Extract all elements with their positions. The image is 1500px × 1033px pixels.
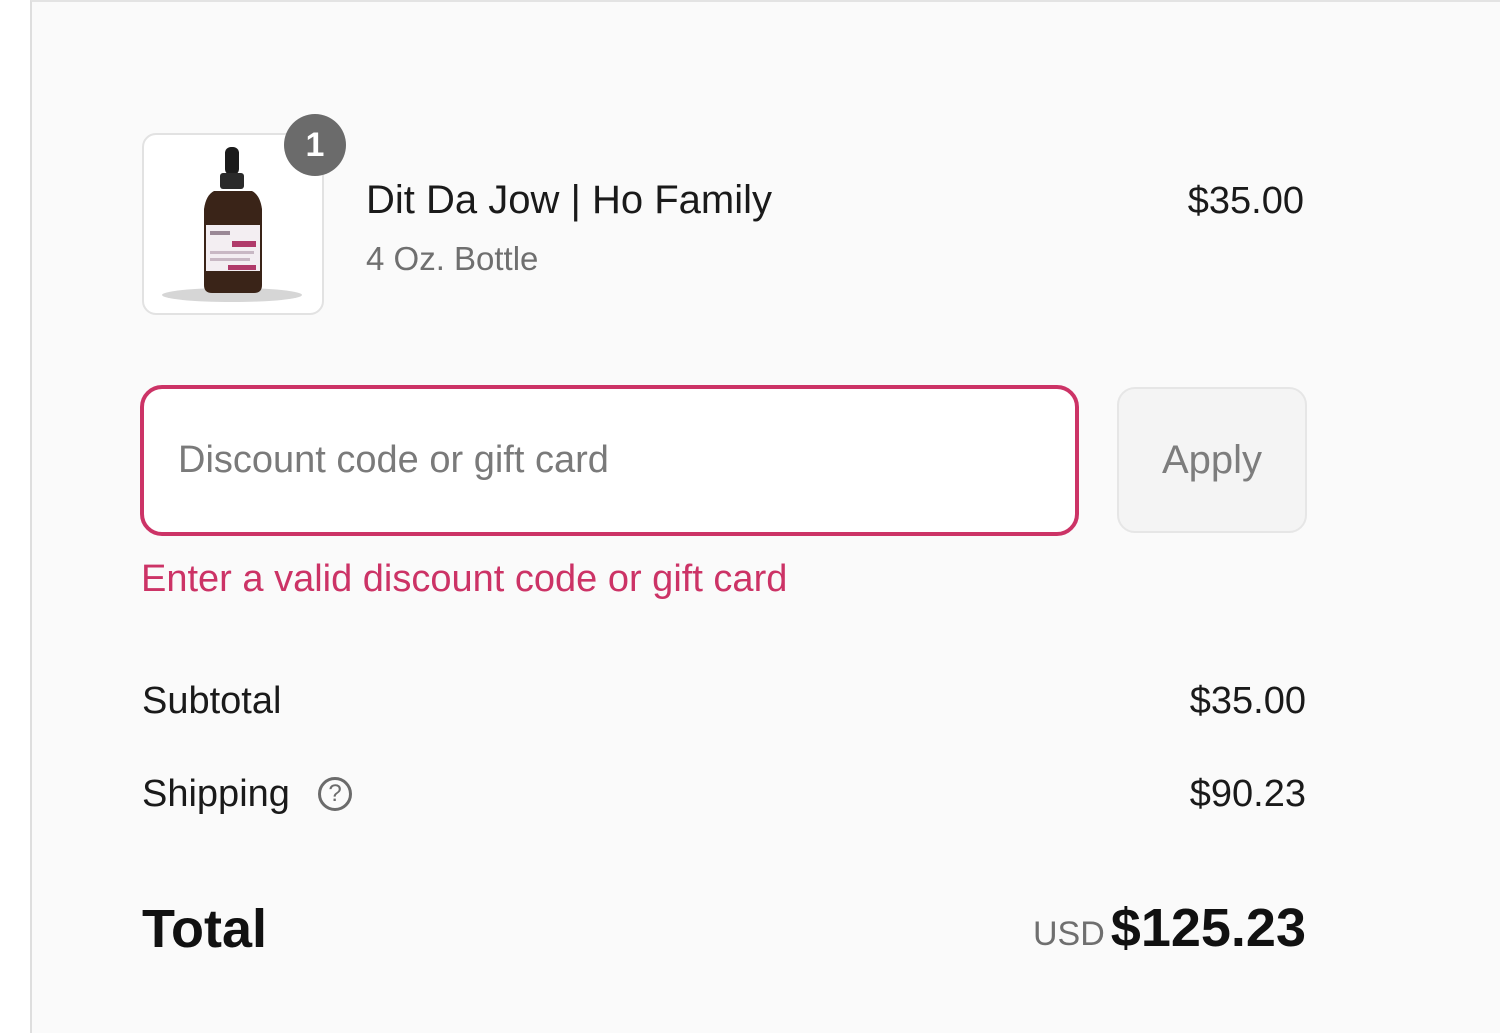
question-circle-icon[interactable]: ? bbox=[318, 777, 352, 811]
total-currency: USD bbox=[1033, 915, 1105, 953]
subtotal-value: $35.00 bbox=[1189, 680, 1306, 722]
quantity-badge: 1 bbox=[284, 114, 346, 176]
shipping-value: $90.23 bbox=[1189, 773, 1306, 815]
product-price: $35.00 bbox=[1187, 180, 1304, 222]
left-margin bbox=[0, 0, 30, 1033]
subtotal-label: Subtotal bbox=[142, 680, 282, 722]
discount-error-message: Enter a valid discount code or gift card bbox=[141, 558, 788, 600]
discount-code-input[interactable] bbox=[140, 385, 1079, 536]
product-name: Dit Da Jow | Ho Family bbox=[366, 178, 773, 222]
apply-button[interactable]: Apply bbox=[1117, 387, 1307, 533]
total-value: $125.23 bbox=[1110, 898, 1306, 958]
total-label: Total bbox=[142, 899, 267, 959]
product-variant: 4 Oz. Bottle bbox=[366, 240, 539, 277]
shipping-label: Shipping bbox=[142, 773, 290, 815]
